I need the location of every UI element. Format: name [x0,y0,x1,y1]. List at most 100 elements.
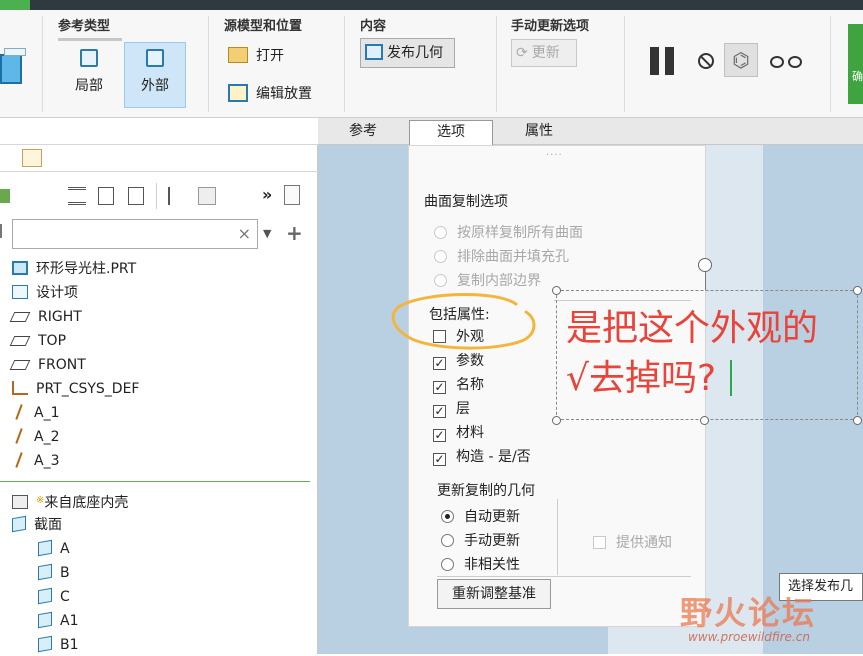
tab-options[interactable]: 选项 [409,120,493,145]
resize-handle-s[interactable] [700,416,709,425]
tree-item-label: A_2 [34,429,60,445]
filter-icon[interactable] [0,224,8,238]
drag-handle-icon[interactable]: ···· [546,150,563,161]
search-dropdown-icon[interactable]: ▼ [263,227,271,240]
section-icon [38,587,52,605]
tree-item-section-a[interactable]: A [38,538,70,560]
resize-handle-ne[interactable] [853,286,862,295]
cancel-icon[interactable] [698,53,714,69]
publish-geometry-icon [365,44,383,60]
attr-material[interactable]: ✓ 材料 [433,422,484,442]
model-thumbnail-icon[interactable] [0,48,28,98]
ribbon-separator [624,16,625,112]
tree-item-top[interactable]: TOP [9,330,66,352]
refresh-icon: ⟳ [516,45,528,61]
tree-item-a2[interactable]: A_2 [12,426,59,448]
add-filter-icon[interactable]: + [286,221,303,245]
attr-names[interactable]: ✓ 名称 [433,374,484,394]
tree-item-front[interactable]: FRONT [9,354,86,376]
local-button[interactable]: 局部 [58,42,120,106]
show-icon[interactable] [0,189,10,203]
tab-properties[interactable]: 属性 [496,118,582,145]
checkbox-checked-icon: ✓ [433,356,446,370]
option-label: 自动更新 [464,509,520,525]
resize-handle-se[interactable] [853,416,862,425]
attr-layers[interactable]: ✓ 层 [433,398,470,418]
section-icon [38,635,52,653]
notify-option[interactable]: 提供通知 [593,532,672,552]
option-label: 材料 [456,425,484,441]
columns-icon[interactable] [98,187,114,205]
tree-item-section-a1[interactable]: A1 [38,610,78,632]
annotation-line-2: √去掉吗? [566,354,856,404]
tree-item-section-c[interactable]: C [38,586,70,608]
table-settings-icon[interactable] [128,187,144,205]
radio-icon [434,226,447,239]
update-none[interactable]: 非相关性 [441,554,520,574]
tree-item-right[interactable]: RIGHT [9,306,82,328]
settings-doc-icon[interactable] [284,185,300,205]
local-ref-icon [80,49,98,67]
tree-search-input[interactable]: × [12,219,258,249]
tree-item-label: FRONT [38,357,86,373]
tree-item-a1[interactable]: A_1 [12,402,59,424]
section-icon [38,611,52,629]
tree-item-root[interactable]: 环形导光柱.PRT [12,258,136,280]
insert-here-line[interactable] [0,481,310,482]
checkbox-icon [593,536,606,549]
glasses-icon[interactable] [770,56,804,70]
tree-item-csys[interactable]: PRT_CSYS_DEF [12,378,139,400]
left-panel-header [0,118,318,145]
external-button[interactable]: 外部 [124,42,186,108]
ribbon-separator [208,16,209,112]
tab-reference[interactable]: 参考 [318,118,408,145]
clear-search-icon[interactable]: × [238,224,251,243]
update-manual[interactable]: 手动更新 [441,530,520,550]
copy-option-all[interactable]: 按原样复制所有曲面 [434,222,583,242]
tree-item-label: A1 [60,613,79,629]
edit-place-button[interactable]: 编辑放置 [228,82,312,106]
tree-item-design[interactable]: 设计项 [12,282,78,304]
filter-tree-icon[interactable] [168,187,186,205]
copy-option-boundary[interactable]: 复制内部边界 [434,270,541,290]
attr-construct[interactable]: ✓ 构造 - 是/否 [433,446,531,466]
update-label: 更新 [531,45,560,61]
app-corner-tab[interactable] [0,0,30,10]
ribbon-separator [830,16,831,112]
tree-item-a3[interactable]: A_3 [12,450,59,472]
radio-icon [441,558,454,571]
external-ref-icon [146,49,164,67]
preview-geometry-icon[interactable]: ⌬ [724,43,758,77]
tree-item-label: B [60,565,70,581]
tree-item-section[interactable]: 截面 [12,514,62,536]
layer-tree-icon[interactable] [22,149,42,167]
update-button[interactable]: ⟳ 更新 [511,39,577,67]
pause-icon[interactable] [648,47,678,75]
list-icon[interactable] [68,187,86,205]
rotate-handle[interactable] [698,258,712,272]
reset-datum-button[interactable]: 重新调整基准 [437,579,551,609]
option-label: 层 [456,401,470,417]
more-icon[interactable]: » [262,185,272,204]
tree-item-section-b[interactable]: B [38,562,70,584]
section-icon [12,515,26,533]
confirm-button[interactable]: 确 [848,24,863,104]
tree-item-label: A_1 [34,405,60,421]
tree-item-from-base[interactable]: ※来自底座内壳 [12,490,128,512]
datum-plane-icon [9,336,31,346]
option-label: 按原样复制所有曲面 [457,225,583,241]
resize-handle-sw[interactable] [552,416,561,425]
open-button[interactable]: 打开 [228,44,284,68]
datum-axis-icon [15,452,23,468]
confirm-label: 确 [852,70,863,83]
option-label: 复制内部边界 [457,273,541,289]
update-auto[interactable]: 自动更新 [441,506,520,526]
publish-geometry-button[interactable]: 发布几何 [360,38,455,68]
copy-option-exclude[interactable]: 排除曲面并填充孔 [434,246,569,266]
resize-handle-nw[interactable] [552,286,561,295]
tree-item-section-b1[interactable]: B1 [38,634,79,656]
tree-item-label: A [60,541,70,557]
publish-geometry-label: 发布几何 [387,45,443,61]
option-label: 非相关性 [464,557,520,573]
tree-columns-icon[interactable] [198,187,216,205]
